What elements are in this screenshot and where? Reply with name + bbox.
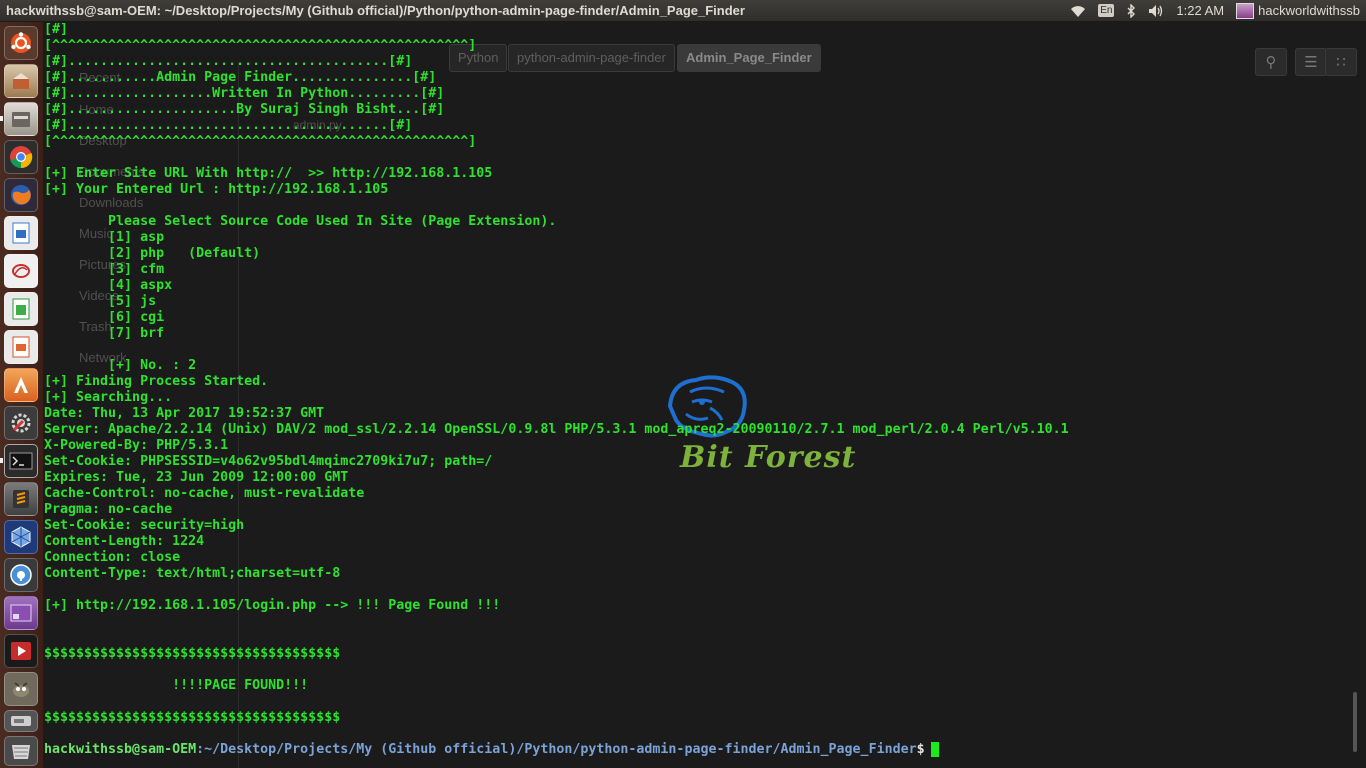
terminal-line: [+] No. : 2 xyxy=(44,358,197,373)
firefox-icon[interactable] xyxy=(4,178,38,212)
virtualbox-icon[interactable] xyxy=(4,520,38,554)
document-viewer-icon[interactable] xyxy=(4,254,38,288)
terminal-line: Date: Thu, 13 Apr 2017 19:52:37 GMT xyxy=(44,406,325,421)
media-player-icon[interactable] xyxy=(4,634,38,668)
terminal-line: [+] Searching... xyxy=(44,390,173,405)
keyboard-layout-indicator[interactable]: En xyxy=(1092,0,1120,22)
terminal-line: [#].....................By Suraj Singh B… xyxy=(44,102,445,117)
tor-browser-icon[interactable] xyxy=(4,558,38,592)
terminal-line: !!!!PAGE FOUND!!! xyxy=(44,678,309,693)
terminal-line: [^^^^^^^^^^^^^^^^^^^^^^^^^^^^^^^^^^^^^^^… xyxy=(44,134,477,149)
calc-icon[interactable] xyxy=(4,292,38,326)
terminal-line: Please Select Source Code Used In Site (… xyxy=(44,214,557,229)
shell-prompt[interactable]: hackwithssb@sam-OEM:~/Desktop/Projects/M… xyxy=(44,742,939,758)
terminal-line: $$$$$$$$$$$$$$$$$$$$$$$$$$$$$$$$$$$$$ xyxy=(44,710,341,725)
text-cursor xyxy=(930,742,939,757)
impress-icon[interactable] xyxy=(4,330,38,364)
terminal-line: [+] http://192.168.1.105/login.php --> !… xyxy=(44,598,501,613)
terminal-line: [^^^^^^^^^^^^^^^^^^^^^^^^^^^^^^^^^^^^^^^… xyxy=(44,38,477,53)
keyboard-layout-label: En xyxy=(1098,4,1115,17)
files-icon[interactable] xyxy=(4,102,38,136)
terminal-line: Pragma: no-cache xyxy=(44,502,173,517)
terminal-line: Content-Length: 1224 xyxy=(44,534,205,549)
wifi-icon[interactable] xyxy=(1064,0,1092,22)
terminal-line: Set-Cookie: security=high xyxy=(44,518,245,533)
terminal-line: Server: Apache/2.2.14 (Unix) DAV/2 mod_s… xyxy=(44,422,1069,437)
search-icon[interactable]: ⚲ xyxy=(1255,48,1287,76)
launcher xyxy=(0,22,44,768)
clock[interactable]: 1:22 AM xyxy=(1170,0,1230,22)
terminal-line: Cache-Control: no-cache, must-revalidate xyxy=(44,486,365,501)
terminal-line: Content-Type: text/html;charset=utf-8 xyxy=(44,566,341,581)
top-panel: hackwithssb@sam-OEM: ~/Desktop/Projects/… xyxy=(0,0,1366,22)
software-installer-icon[interactable] xyxy=(4,64,38,98)
terminal-line: Set-Cookie: PHPSESSID=v4o62v95bdl4mqimc2… xyxy=(44,454,493,469)
terminal-line: [#].....................................… xyxy=(44,118,413,133)
terminal-line: [3] cfm xyxy=(44,262,165,277)
scrollbar-thumb[interactable] xyxy=(1353,692,1357,752)
chrome-icon[interactable] xyxy=(4,140,38,174)
terminal-line: [#]..................Written In Python..… xyxy=(44,86,445,101)
terminal-line: [4] aspx xyxy=(44,278,173,293)
trash-icon[interactable] xyxy=(4,736,38,766)
bluetooth-icon[interactable] xyxy=(1120,0,1142,22)
sublime-text-icon[interactable] xyxy=(4,482,38,516)
volume-icon[interactable] xyxy=(1142,0,1170,22)
external-drive-icon[interactable] xyxy=(4,710,38,732)
terminal-line: [7] brf xyxy=(44,326,165,341)
prompt-symbol: $ xyxy=(916,742,925,757)
terminal-line: [5] js xyxy=(44,294,157,309)
prompt-path: :~/Desktop/Projects/My (Github official)… xyxy=(196,742,917,757)
terminal-line: Expires: Tue, 23 Jun 2009 12:00:00 GMT xyxy=(44,470,349,485)
terminal-line: $$$$$$$$$$$$$$$$$$$$$$$$$$$$$$$$$$$$$ xyxy=(44,646,341,661)
software-center-icon[interactable] xyxy=(4,368,38,402)
terminal-line: [#].....................................… xyxy=(44,54,413,69)
terminal-scrollbar[interactable] xyxy=(1352,62,1360,762)
workspace-switcher-icon[interactable] xyxy=(4,596,38,630)
user-menu[interactable]: hackworldwithssb xyxy=(1230,0,1366,22)
username-label: hackworldwithssb xyxy=(1258,3,1360,18)
terminal-line: [#]...........Admin Page Finder.........… xyxy=(44,70,437,85)
system-settings-icon[interactable] xyxy=(4,406,38,440)
terminal-icon[interactable] xyxy=(4,444,38,478)
terminal-line: X-Powered-By: PHP/5.3.1 xyxy=(44,438,229,453)
gimp-icon[interactable] xyxy=(4,672,38,706)
terminal-line: [2] php (Default) xyxy=(44,246,261,261)
window-title: hackwithssb@sam-OEM: ~/Desktop/Projects/… xyxy=(6,3,745,18)
user-avatar-icon xyxy=(1236,2,1255,19)
dash-home-icon[interactable] xyxy=(4,26,38,60)
indicator-area: En 1:22 AM hackworldwithssb xyxy=(1064,0,1366,22)
terminal-line: [+] Enter Site URL With http:// >> http:… xyxy=(44,166,493,181)
terminal-output[interactable]: [#] [^^^^^^^^^^^^^^^^^^^^^^^^^^^^^^^^^^^^… xyxy=(44,22,1069,726)
terminal-line: [+] Your Entered Url : http://192.168.1.… xyxy=(44,182,389,197)
writer-icon[interactable] xyxy=(4,216,38,250)
terminal-line: [1] asp xyxy=(44,230,165,245)
terminal-line: [#] xyxy=(44,22,69,37)
terminal-line: [+] Finding Process Started. xyxy=(44,374,269,389)
terminal-line: Connection: close xyxy=(44,550,181,565)
terminal-line: [6] cgi xyxy=(44,310,165,325)
prompt-user: hackwithssb@sam-OEM xyxy=(44,742,197,757)
list-view-icon[interactable]: ☰ xyxy=(1295,48,1327,76)
